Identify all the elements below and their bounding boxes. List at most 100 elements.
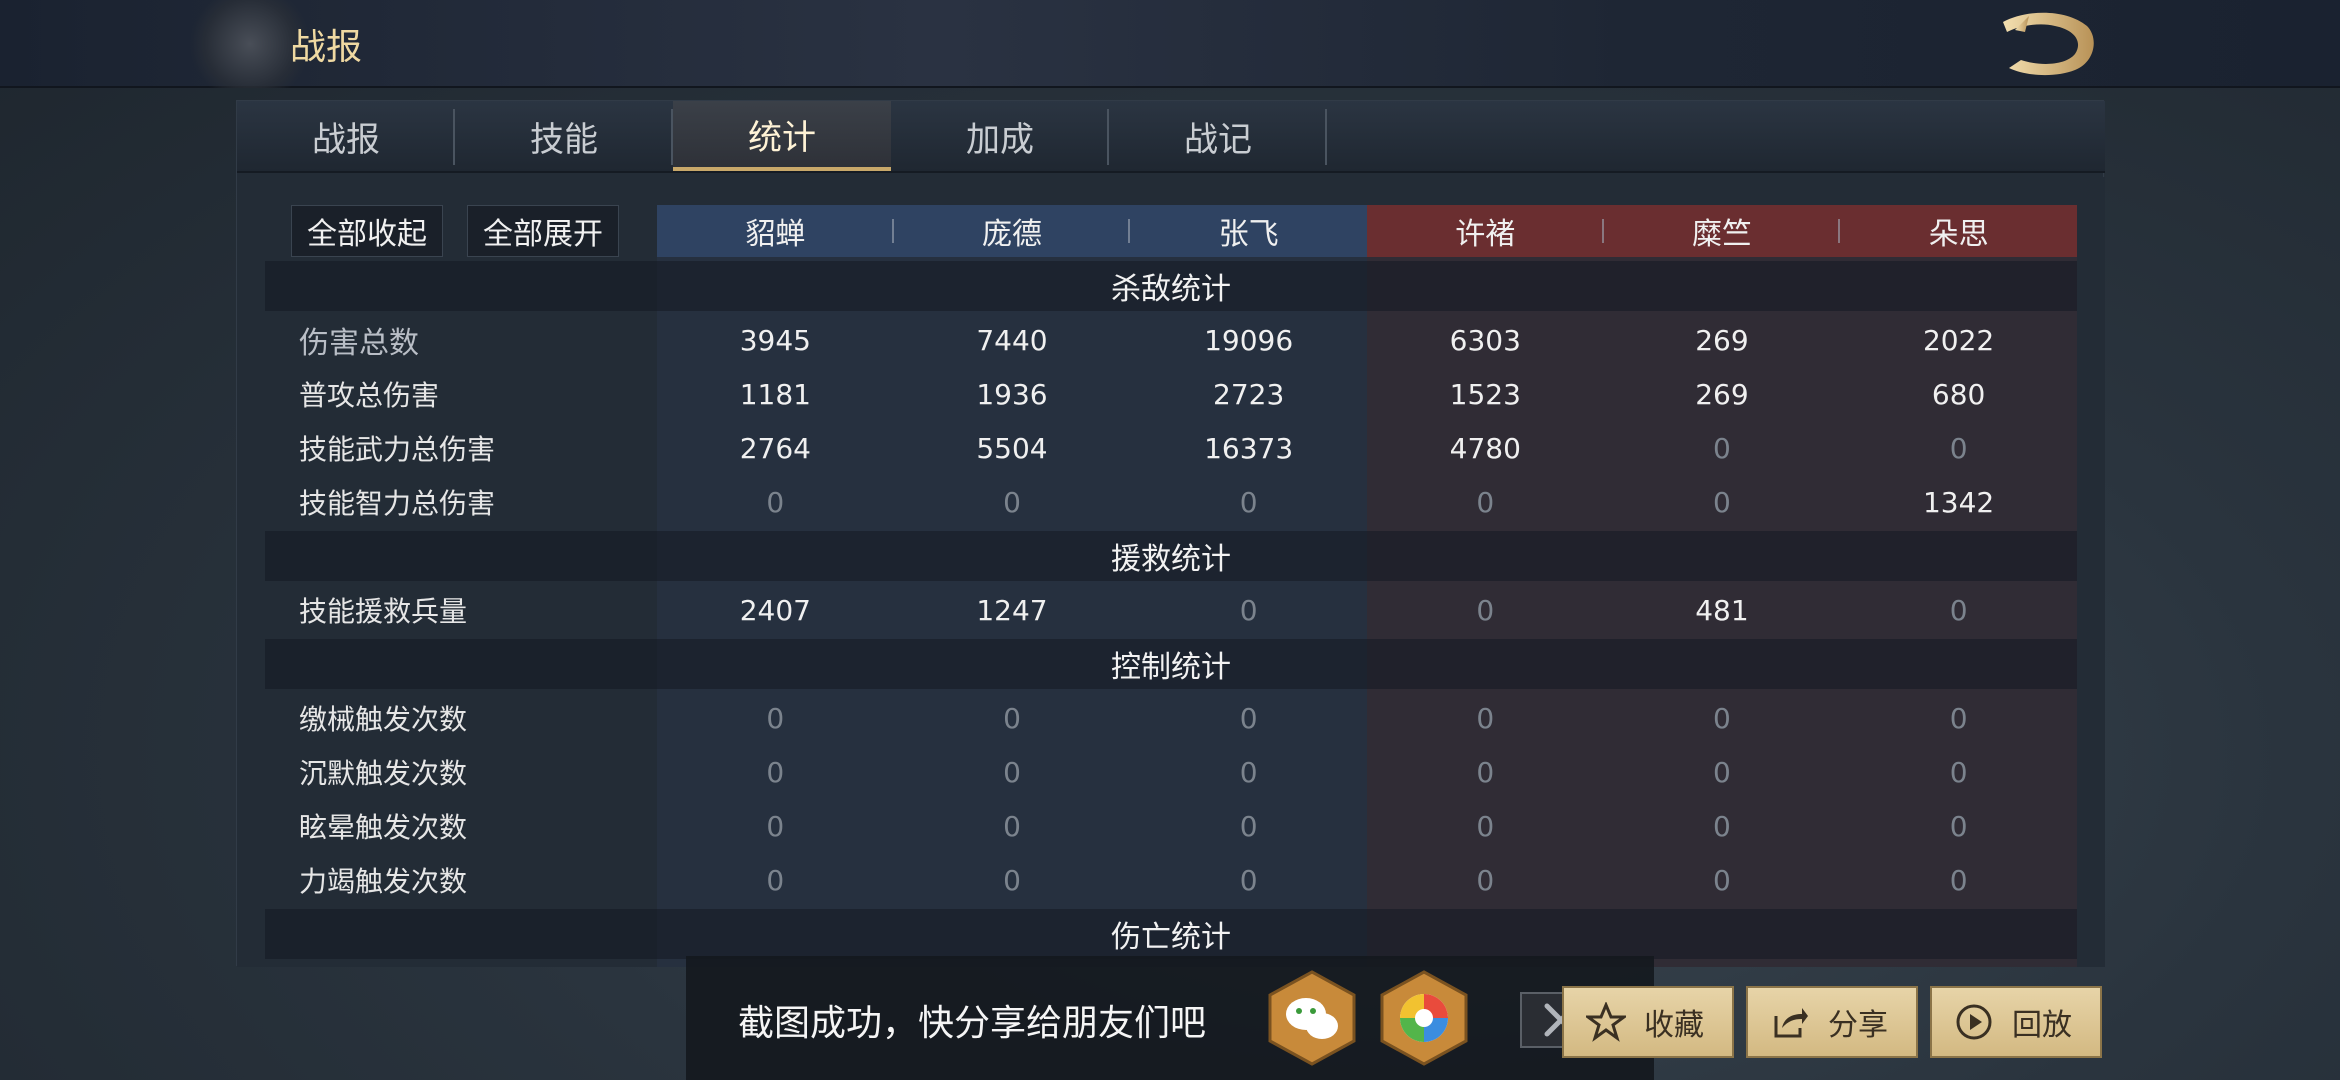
stat-value: 19096 xyxy=(1204,323,1294,357)
stat-row: 缴械触发次数 0 0 0 0 0 0 xyxy=(265,693,2077,743)
stat-value: 680 xyxy=(1931,377,1986,411)
stat-row: 技能武力总伤害 2764 5504 16373 4780 0 0 xyxy=(265,423,2077,473)
stat-value: 0 xyxy=(1003,809,1021,843)
stat-value: 5504 xyxy=(976,431,1048,465)
stat-value: 0 xyxy=(1476,809,1495,843)
stat-value: 0 xyxy=(1003,755,1021,789)
stat-value: 0 xyxy=(1949,593,1968,627)
hero-header-diaochan: 貂蝉 xyxy=(657,205,894,257)
stat-value: 0 xyxy=(1949,701,1968,735)
stat-value: 2764 xyxy=(739,431,811,465)
stat-value: 4780 xyxy=(1449,431,1521,465)
stat-value: 0 xyxy=(1949,755,1968,789)
play-icon xyxy=(1956,1004,1992,1040)
stat-value: 269 xyxy=(1695,323,1749,357)
stat-value: 6303 xyxy=(1449,323,1521,357)
stat-row: 力竭触发次数 0 0 0 0 0 0 xyxy=(265,855,2077,905)
stat-row: 眩晕触发次数 0 0 0 0 0 0 xyxy=(265,801,2077,851)
stat-value: 2723 xyxy=(1213,377,1285,411)
stat-value: 0 xyxy=(1949,431,1968,465)
stat-label: 伤害总数 xyxy=(299,326,419,361)
section-header: 杀敌统计 xyxy=(265,261,2077,311)
stat-row: 沉默触发次数 0 0 0 0 0 0 xyxy=(265,747,2077,797)
stat-value: 0 xyxy=(766,755,785,789)
stat-value: 0 xyxy=(1949,863,1968,897)
stat-value: 0 xyxy=(1476,593,1495,627)
share-button[interactable]: 分享 xyxy=(1746,986,1918,1058)
stat-value: 0 xyxy=(766,485,785,519)
stat-value: 0 xyxy=(1239,809,1258,843)
stat-label: 沉默触发次数 xyxy=(299,757,468,790)
stat-value: 0 xyxy=(1239,701,1258,735)
stat-value: 0 xyxy=(1713,863,1731,897)
section-header: 伤亡统计 xyxy=(265,909,2077,959)
stat-value: 0 xyxy=(1713,755,1731,789)
stat-value: 0 xyxy=(1239,863,1258,897)
hero-header-mizhu: 糜竺 xyxy=(1603,205,1841,257)
wechat-icon[interactable] xyxy=(1268,970,1356,1066)
moments-icon[interactable] xyxy=(1380,970,1468,1066)
stat-value: 2022 xyxy=(1922,323,1995,357)
stat-value: 0 xyxy=(766,701,785,735)
stat-row: 伤害总数 3945 7440 19096 6303 269 2022 xyxy=(265,315,2077,365)
favorite-button[interactable]: 收藏 xyxy=(1562,986,1734,1058)
tab-bar: 战报 技能 统计 加成 战记 xyxy=(237,101,2105,173)
stat-label: 缴械触发次数 xyxy=(299,703,468,736)
stat-label: 眩晕触发次数 xyxy=(299,811,468,844)
stat-value: 269 xyxy=(1695,377,1749,411)
page-title: 战报 xyxy=(290,27,363,68)
stat-value: 0 xyxy=(1003,485,1021,519)
section-header: 援救统计 xyxy=(265,531,2077,581)
stat-value: 0 xyxy=(1713,809,1731,843)
stat-value: 2407 xyxy=(739,593,811,627)
share-toast: 截图成功，快分享给朋友们吧 xyxy=(686,956,1654,1080)
stat-row: 技能智力总伤害 0 0 0 0 0 1342 xyxy=(265,477,2077,527)
stat-value: 1936 xyxy=(976,377,1048,411)
stat-value: 0 xyxy=(1239,755,1258,789)
stat-row: 普攻总伤害 1181 1936 2723 1523 269 680 xyxy=(265,369,2077,419)
dragon-logo-icon xyxy=(2003,12,2094,76)
stat-value: 0 xyxy=(1713,701,1731,735)
stat-value: 0 xyxy=(1713,485,1731,519)
stat-value: 0 xyxy=(1476,755,1495,789)
stat-label: 普攻总伤害 xyxy=(299,379,440,412)
stat-value: 0 xyxy=(1713,431,1731,465)
section-header: 控制统计 xyxy=(265,639,2077,689)
expand-all-button[interactable]: 全部展开 xyxy=(467,205,619,257)
stat-value: 0 xyxy=(1476,485,1495,519)
stat-value: 0 xyxy=(766,863,785,897)
top-bar: 战报 xyxy=(0,0,2340,88)
stat-value: 0 xyxy=(1476,701,1495,735)
stat-value: 1247 xyxy=(976,593,1048,627)
tab-skills[interactable]: 技能 xyxy=(455,101,673,171)
stat-value: 0 xyxy=(1239,485,1258,519)
stat-value: 0 xyxy=(1239,593,1258,627)
hero-header-zhangfei: 张飞 xyxy=(1130,205,1367,257)
tab-battle-log[interactable]: 战记 xyxy=(1109,101,1327,171)
stat-label: 力竭触发次数 xyxy=(299,865,468,898)
stat-value: 16373 xyxy=(1204,431,1294,465)
stat-label: 技能武力总伤害 xyxy=(299,433,496,466)
stat-value: 0 xyxy=(1476,863,1495,897)
stat-value: 1342 xyxy=(1922,485,1995,519)
stat-value: 0 xyxy=(1003,863,1021,897)
tab-statistics[interactable]: 统计 xyxy=(673,101,891,171)
stat-label: 技能援救兵量 xyxy=(299,595,468,628)
stat-value: 0 xyxy=(766,809,785,843)
stats-content[interactable]: 全部收起 全部展开 貂蝉 庞德 张飞 许褚 糜竺 朵思 杀敌统计 伤害总数 3945… xyxy=(237,177,2105,967)
hero-header-xuchu: 许褚 xyxy=(1366,205,1604,257)
hero-header-row: 貂蝉 庞德 张飞 许褚 糜竺 朵思 xyxy=(657,205,2077,257)
stat-value: 0 xyxy=(1949,809,1968,843)
replay-button[interactable]: 回放 xyxy=(1930,986,2102,1058)
share-message: 截图成功，快分享给朋友们吧 xyxy=(738,1003,1207,1044)
stat-value: 1523 xyxy=(1449,377,1521,411)
hero-header-duosi: 朵思 xyxy=(1840,205,2077,257)
tab-bonus[interactable]: 加成 xyxy=(891,101,1109,171)
stat-value: 7440 xyxy=(976,323,1048,357)
stats-panel: 战报 技能 统计 加成 战记 全部收起 全部展开 貂蝉 庞德 张飞 许褚 糜竺 … xyxy=(236,100,2105,967)
collapse-all-button[interactable]: 全部收起 xyxy=(291,205,443,257)
stat-row: 技能援救兵量 2407 1247 0 0 481 0 xyxy=(265,585,2077,635)
stat-value: 0 xyxy=(1003,701,1021,735)
stat-label: 技能智力总伤害 xyxy=(299,487,496,520)
tab-battle-report[interactable]: 战报 xyxy=(237,101,455,171)
